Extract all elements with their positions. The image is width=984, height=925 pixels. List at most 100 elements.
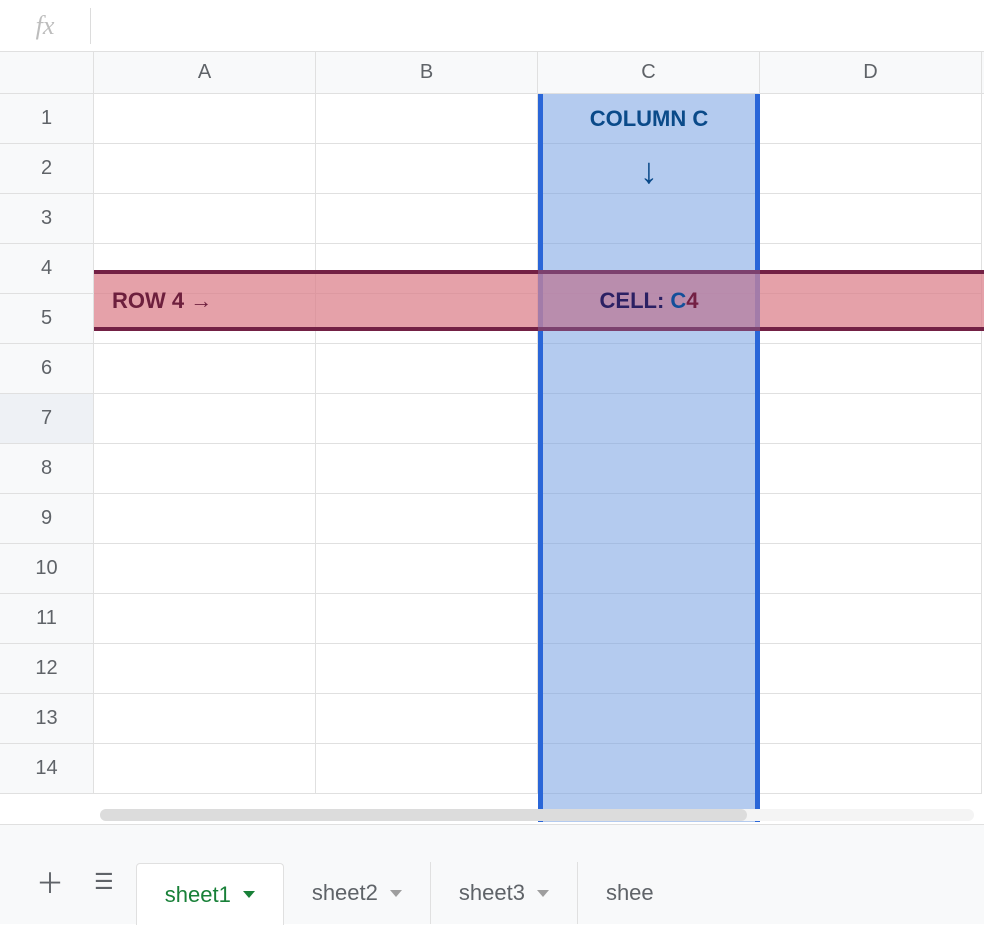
sheet-tab-1[interactable]: sheet1 (136, 863, 284, 925)
row-header-12[interactable]: 12 (0, 644, 94, 694)
cell-d9[interactable] (760, 494, 982, 544)
cell-a7[interactable] (94, 394, 316, 444)
cell-c10[interactable] (538, 544, 760, 594)
cell-a2[interactable] (94, 144, 316, 194)
cell-c7[interactable] (538, 394, 760, 444)
cell-d10[interactable] (760, 544, 982, 594)
add-sheet-icon[interactable]: ＋ (36, 862, 64, 902)
col-header-a[interactable]: A (94, 52, 316, 93)
cell-c6[interactable] (538, 344, 760, 394)
cell-a9[interactable] (94, 494, 316, 544)
cell-c4[interactable] (538, 244, 760, 294)
cell-c12[interactable] (538, 644, 760, 694)
cell-d1[interactable] (760, 94, 982, 144)
row-header-2[interactable]: 2 (0, 144, 94, 194)
select-all-corner[interactable] (0, 52, 94, 93)
row-header-5[interactable]: 5 (0, 294, 94, 344)
sheet-tab-2-label: sheet2 (312, 880, 378, 906)
sheet-tab-3[interactable]: sheet3 (431, 862, 578, 924)
col-header-b[interactable]: B (316, 52, 538, 93)
scrollbar-thumb[interactable] (100, 809, 747, 821)
cell-a4[interactable] (94, 244, 316, 294)
cell-a1[interactable] (94, 94, 316, 144)
cell-b7[interactable] (316, 394, 538, 444)
col-header-c[interactable]: C (538, 52, 760, 93)
row-8: 8 (0, 444, 984, 494)
cell-b10[interactable] (316, 544, 538, 594)
row-2: 2 (0, 144, 984, 194)
cell-d3[interactable] (760, 194, 982, 244)
cell-b4[interactable] (316, 244, 538, 294)
all-sheets-icon[interactable]: ☰ (94, 869, 112, 895)
cell-c8[interactable] (538, 444, 760, 494)
cell-c5[interactable] (538, 294, 760, 344)
chevron-down-icon[interactable] (390, 890, 402, 897)
row-header-11[interactable]: 11 (0, 594, 94, 644)
cell-b3[interactable] (316, 194, 538, 244)
cell-b14[interactable] (316, 744, 538, 794)
sheet-tab-2[interactable]: sheet2 (284, 862, 431, 924)
cell-a14[interactable] (94, 744, 316, 794)
row-header-7[interactable]: 7 (0, 394, 94, 444)
cell-a10[interactable] (94, 544, 316, 594)
cell-c3[interactable] (538, 194, 760, 244)
cell-c11[interactable] (538, 594, 760, 644)
cell-a8[interactable] (94, 444, 316, 494)
cell-d5[interactable] (760, 294, 982, 344)
chevron-down-icon[interactable] (243, 891, 255, 898)
cell-c1[interactable] (538, 94, 760, 144)
cell-b12[interactable] (316, 644, 538, 694)
row-header-4[interactable]: 4 (0, 244, 94, 294)
cell-a12[interactable] (94, 644, 316, 694)
row-header-9[interactable]: 9 (0, 494, 94, 544)
row-6: 6 (0, 344, 984, 394)
formula-bar: fx (0, 0, 984, 52)
cell-c13[interactable] (538, 694, 760, 744)
row-header-3[interactable]: 3 (0, 194, 94, 244)
row-header-6[interactable]: 6 (0, 344, 94, 394)
cell-b6[interactable] (316, 344, 538, 394)
cell-d12[interactable] (760, 644, 982, 694)
cell-d6[interactable] (760, 344, 982, 394)
row-header-8[interactable]: 8 (0, 444, 94, 494)
cell-d8[interactable] (760, 444, 982, 494)
cell-b5[interactable] (316, 294, 538, 344)
cell-b9[interactable] (316, 494, 538, 544)
cell-d2[interactable] (760, 144, 982, 194)
cell-c9[interactable] (538, 494, 760, 544)
cell-d4[interactable] (760, 244, 982, 294)
sheet-tabs: sheet1 sheet2 sheet3 shee (136, 825, 654, 924)
row-10: 10 (0, 544, 984, 594)
row-7: 7 (0, 394, 984, 444)
sheet-tab-partial[interactable]: shee (578, 862, 654, 924)
cell-b11[interactable] (316, 594, 538, 644)
cell-b8[interactable] (316, 444, 538, 494)
row-9: 9 (0, 494, 984, 544)
horizontal-scrollbar[interactable] (100, 808, 974, 822)
cell-b2[interactable] (316, 144, 538, 194)
cell-b13[interactable] (316, 694, 538, 744)
sheet-actions: ＋ ☰ (0, 862, 136, 924)
cell-d11[interactable] (760, 594, 982, 644)
sheet-tab-3-label: sheet3 (459, 880, 525, 906)
formula-input[interactable] (91, 0, 984, 51)
sheet-bar: ＋ ☰ sheet1 sheet2 sheet3 shee (0, 824, 984, 924)
cell-a11[interactable] (94, 594, 316, 644)
row-header-14[interactable]: 14 (0, 744, 94, 794)
cell-b1[interactable] (316, 94, 538, 144)
col-header-d[interactable]: D (760, 52, 982, 93)
cell-d13[interactable] (760, 694, 982, 744)
row-header-1[interactable]: 1 (0, 94, 94, 144)
cell-a6[interactable] (94, 344, 316, 394)
cell-d7[interactable] (760, 394, 982, 444)
row-header-13[interactable]: 13 (0, 694, 94, 744)
cell-a3[interactable] (94, 194, 316, 244)
cell-c2[interactable] (538, 144, 760, 194)
cell-a5[interactable] (94, 294, 316, 344)
cell-a13[interactable] (94, 694, 316, 744)
cell-c14[interactable] (538, 744, 760, 794)
row-header-10[interactable]: 10 (0, 544, 94, 594)
sheet-tab-partial-label: shee (606, 880, 654, 906)
cell-d14[interactable] (760, 744, 982, 794)
chevron-down-icon[interactable] (537, 890, 549, 897)
